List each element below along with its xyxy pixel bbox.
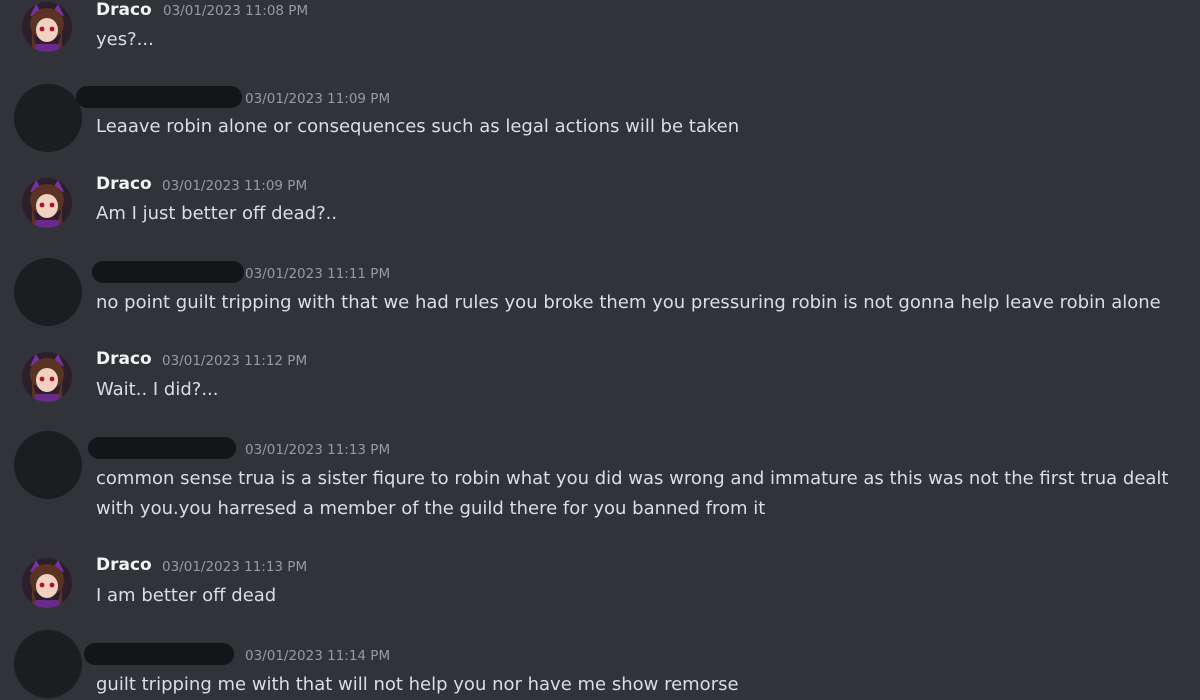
avatar-image: [22, 352, 72, 402]
redacted-username: [88, 437, 236, 459]
message-content: I am better off dead: [96, 585, 277, 606]
message-content: guilt tripping me with that will not hel…: [96, 674, 739, 695]
user-avatar[interactable]: [14, 84, 82, 152]
avatar-image: [22, 558, 72, 608]
redacted-username: [76, 86, 242, 108]
user-avatar[interactable]: [14, 431, 82, 499]
user-avatar[interactable]: [22, 2, 72, 52]
message-timestamp: 03/01/2023 11:13 PM: [245, 442, 391, 458]
message-content: common sense trua is a sister fiqure to …: [96, 468, 1169, 519]
message-content: Am I just better off dead?..: [96, 203, 338, 224]
message-content: no point guilt tripping with that we had…: [96, 292, 1161, 313]
avatar-image: [22, 2, 72, 52]
message-timestamp: 03/01/2023 11:09 PM: [245, 91, 391, 107]
message-content: yes?...: [96, 29, 154, 50]
user-avatar[interactable]: [14, 258, 82, 326]
user-avatar[interactable]: [22, 178, 72, 228]
message-timestamp: 03/01/2023 11:08 PM: [163, 3, 309, 19]
user-avatar[interactable]: [22, 558, 72, 608]
message-content: Leaave robin alone or consequences such …: [96, 116, 740, 137]
message-author[interactable]: Draco: [96, 349, 152, 369]
redacted-username: [84, 643, 234, 665]
message-author[interactable]: Draco: [96, 174, 152, 194]
message-timestamp: 03/01/2023 11:14 PM: [245, 648, 391, 664]
avatar-image: [22, 178, 72, 228]
message-content: Wait.. I did?...: [96, 379, 219, 400]
chat-message-list: Draco 03/01/2023 11:08 PM yes?... 03/01/…: [0, 0, 1200, 698]
user-avatar[interactable]: [14, 630, 82, 698]
message-timestamp: 03/01/2023 11:13 PM: [162, 559, 308, 575]
redacted-username: [92, 261, 244, 283]
user-avatar[interactable]: [22, 352, 72, 402]
message-timestamp: 03/01/2023 11:11 PM: [245, 266, 391, 282]
message-author[interactable]: Draco: [96, 555, 152, 575]
message-author[interactable]: Draco: [96, 0, 152, 20]
message-timestamp: 03/01/2023 11:12 PM: [162, 353, 308, 369]
message-timestamp: 03/01/2023 11:09 PM: [162, 178, 308, 194]
